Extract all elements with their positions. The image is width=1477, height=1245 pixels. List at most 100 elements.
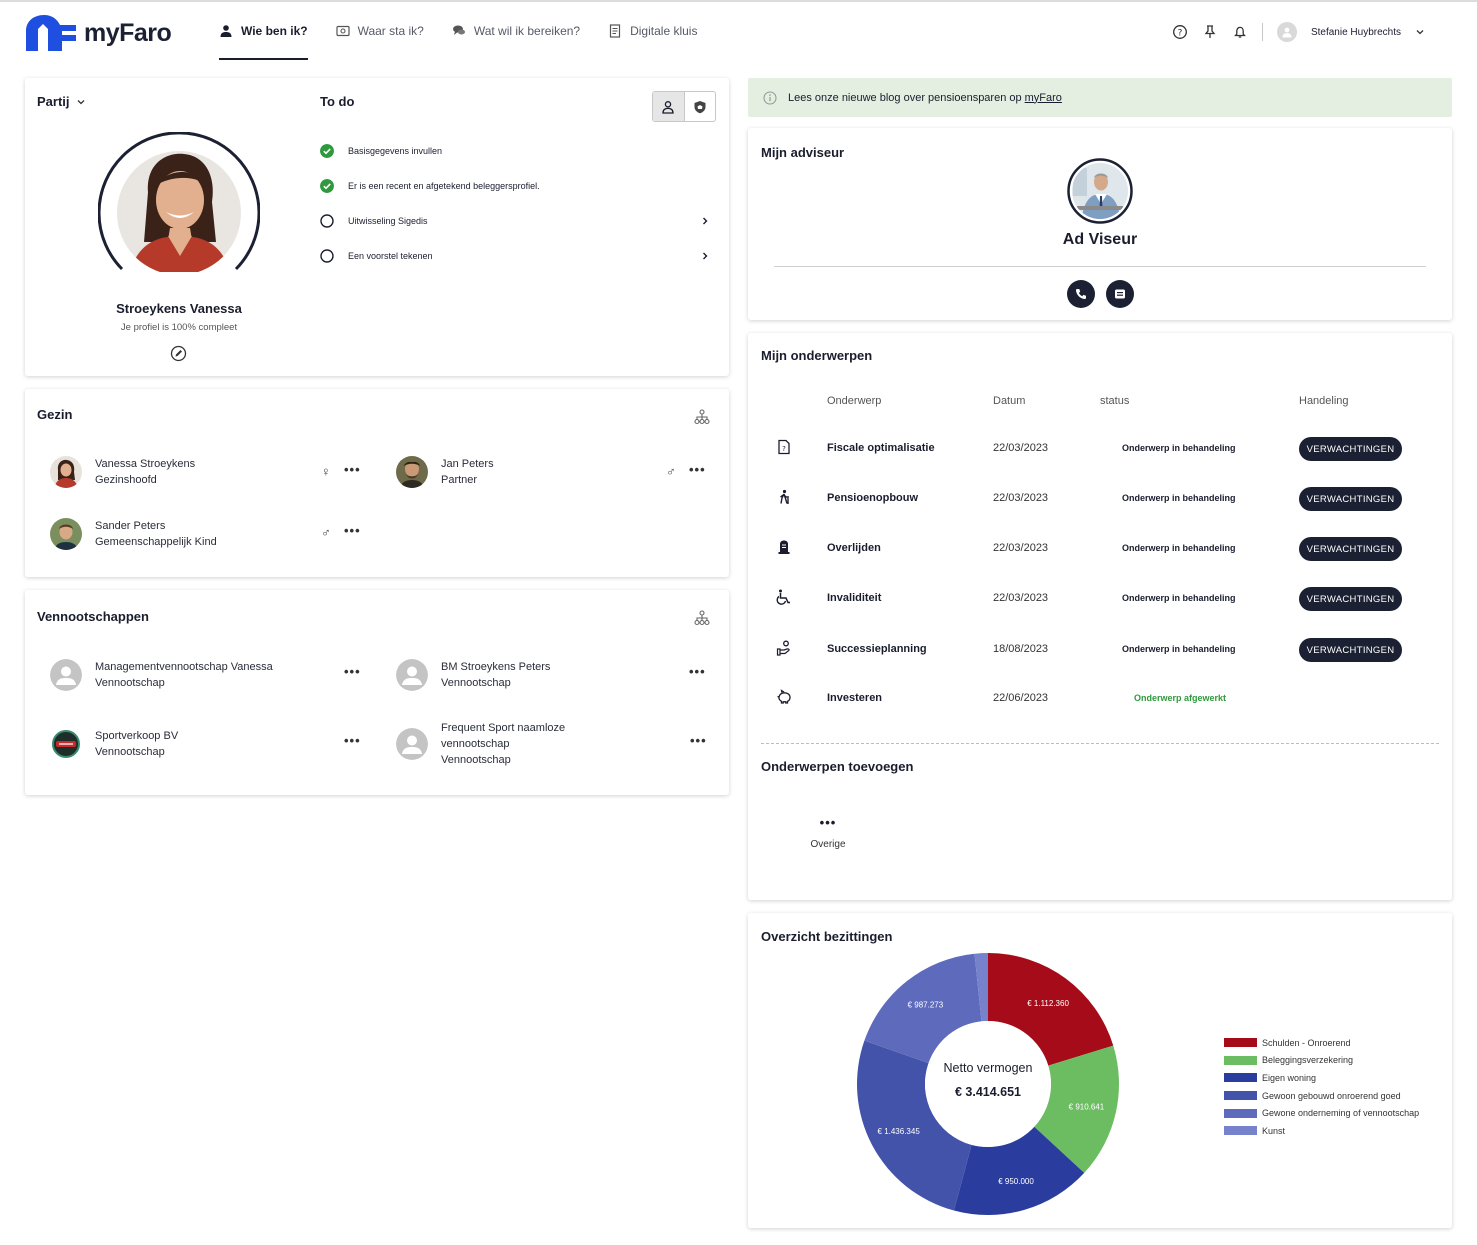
topic-name[interactable]: Overlijden (827, 542, 881, 554)
bell-icon[interactable] (1232, 24, 1248, 40)
add-topics-title: Onderwerpen toevoegen (761, 759, 914, 774)
todo-item-sigedis[interactable]: Uitwisseling Sigedis (320, 214, 710, 228)
legend-item[interactable]: Eigen woning (1224, 1069, 1419, 1087)
legend-swatch (1224, 1038, 1257, 1048)
nav-wat-wil-ik-bereiken[interactable]: Wat wil ik bereiken? (452, 2, 580, 60)
todo-label: Een voorstel tekenen (348, 251, 433, 261)
legend-item[interactable]: Beleggingsverzekering (1224, 1052, 1419, 1070)
member-name: Sander Peters (95, 520, 166, 532)
more-options-button[interactable]: ••• (344, 462, 361, 477)
company-name: Managementvennootschap Vanessa (95, 661, 273, 673)
person-outline-icon (662, 100, 674, 114)
nav-waar-sta-ik[interactable]: Waar sta ik? (335, 2, 424, 60)
document-icon (609, 24, 621, 38)
chevron-right-icon (703, 252, 708, 260)
bezittingen-title: Overzicht bezittingen (761, 929, 893, 944)
slice-value-label: € 950.000 (998, 1177, 1034, 1186)
more-options-button[interactable]: ••• (690, 733, 707, 748)
more-options-button[interactable]: ••• (344, 664, 361, 679)
member-role: Gezinshoofd (95, 474, 157, 486)
legend-item[interactable]: Gewone onderneming of vennootschap (1224, 1104, 1419, 1122)
slice-value-label: € 910.641 (1069, 1102, 1105, 1111)
company-item[interactable]: Managementvennootschap Vanessa Vennootsch… (50, 659, 273, 691)
verwachtingen-button[interactable]: VERWACHTINGEN (1299, 537, 1402, 561)
company-tree-icon[interactable] (694, 610, 710, 626)
verwachtingen-button[interactable]: VERWACHTINGEN (1299, 587, 1402, 611)
nav-wie-ben-ik[interactable]: Wie ben ik? (219, 2, 308, 60)
family-member[interactable]: Jan Peters Partner (396, 456, 494, 488)
company-role: Vennootschap (95, 746, 165, 758)
member-role: Gemeenschappelijk Kind (95, 536, 217, 548)
column-header: status (1100, 395, 1130, 407)
company-item[interactable]: BM Stroeykens Peters Vennootschap (396, 659, 550, 691)
company-avatar-icon (396, 728, 428, 760)
banner-link[interactable]: myFaro (1025, 92, 1062, 104)
topic-date: 22/03/2023 (993, 442, 1049, 454)
todo-item-voorstel[interactable]: Een voorstel tekenen (320, 249, 710, 263)
legend-label: Eigen woning (1262, 1072, 1317, 1083)
edit-icon[interactable] (170, 345, 187, 362)
more-icon: ••• (819, 815, 837, 830)
walking-person-icon (780, 489, 789, 504)
legend-item[interactable]: Gewoon gebouwd onroerend goed (1224, 1087, 1419, 1105)
more-options-button[interactable]: ••• (689, 664, 706, 679)
legend-item[interactable]: Kunst (1224, 1122, 1419, 1140)
company-item[interactable]: Frequent Sport naamloze vennootschap Venno… (396, 720, 565, 768)
call-button[interactable] (1067, 280, 1095, 308)
toggle-shield[interactable] (685, 92, 716, 121)
message-button[interactable] (1106, 280, 1134, 308)
todo-title: To do (320, 94, 355, 109)
column-header: Handeling (1299, 395, 1349, 407)
logo[interactable]: myFaro (24, 13, 172, 53)
member-role: Partner (441, 474, 478, 486)
user-name[interactable]: Stefanie Huybrechts (1311, 27, 1401, 38)
wheelchair-icon (776, 589, 790, 605)
company-item[interactable]: Sportverkoop BV Vennootschap (50, 728, 178, 760)
topic-name[interactable]: Investeren (827, 692, 882, 704)
more-options-button[interactable]: ••• (344, 523, 361, 538)
verwachtingen-button[interactable]: VERWACHTINGEN (1299, 638, 1402, 662)
legend-label: Gewoon gebouwd onroerend goed (1262, 1090, 1401, 1101)
family-member[interactable]: Sander Peters Gemeenschappelijk Kind (50, 518, 217, 550)
help-icon[interactable]: ? (1172, 24, 1188, 40)
topic-name[interactable]: Pensioenopbouw (827, 492, 918, 504)
topic-name[interactable]: Successieplanning (827, 643, 927, 655)
partij-dropdown[interactable]: Partij (37, 94, 86, 109)
profile-avatar[interactable] (98, 132, 260, 272)
logo-icon (26, 15, 76, 51)
chevron-right-icon (703, 217, 708, 225)
sportverkoop-logo-icon (52, 730, 80, 758)
verwachtingen-button[interactable]: VERWACHTINGEN (1299, 437, 1402, 461)
member-text: Jan Peters Partner (441, 456, 494, 488)
topic-name[interactable]: Invaliditeit (827, 592, 881, 604)
chevron-down-icon[interactable] (1415, 27, 1425, 37)
more-options-button[interactable]: ••• (344, 733, 361, 748)
family-member[interactable]: Vanessa Stroeykens Gezinshoofd (50, 456, 195, 488)
company-name-line1: Frequent Sport naamloze (441, 722, 566, 734)
verwachtingen-button[interactable]: VERWACHTINGEN (1299, 487, 1402, 511)
partij-title: Partij (37, 94, 70, 109)
profile-name: Stroeykens Vanessa (116, 301, 242, 316)
nav-digitale-kluis[interactable]: Digitale kluis (608, 2, 697, 60)
avatar[interactable] (1276, 22, 1297, 42)
add-topic-overige[interactable]: ••• Overige (800, 815, 856, 850)
more-options-button[interactable]: ••• (689, 462, 706, 477)
legend-item[interactable]: Schulden - Onroerend (1224, 1034, 1419, 1052)
divider (774, 266, 1426, 267)
profile-completion: Je profiel is 100% compleet (120, 322, 238, 333)
donut-center-value: € 3.414.651 (954, 1085, 1022, 1099)
column-header: Onderwerp (827, 395, 882, 407)
safe-icon (335, 25, 350, 37)
member-name: Vanessa Stroeykens (95, 458, 196, 470)
todo-label: Basisgegevens invullen (348, 146, 443, 156)
company-role: Vennootschap (95, 677, 165, 689)
advisor-avatar[interactable] (1067, 158, 1133, 224)
tombstone-icon (778, 540, 790, 554)
male-icon: ♂ (321, 525, 331, 540)
nav-label: Digitale kluis (630, 24, 698, 38)
toggle-person[interactable] (653, 92, 685, 121)
family-tree-icon[interactable] (694, 409, 710, 425)
topic-name[interactable]: Fiscale optimalisatie (827, 442, 935, 454)
company-avatar-icon (396, 659, 428, 691)
pin-icon[interactable] (1202, 24, 1218, 40)
